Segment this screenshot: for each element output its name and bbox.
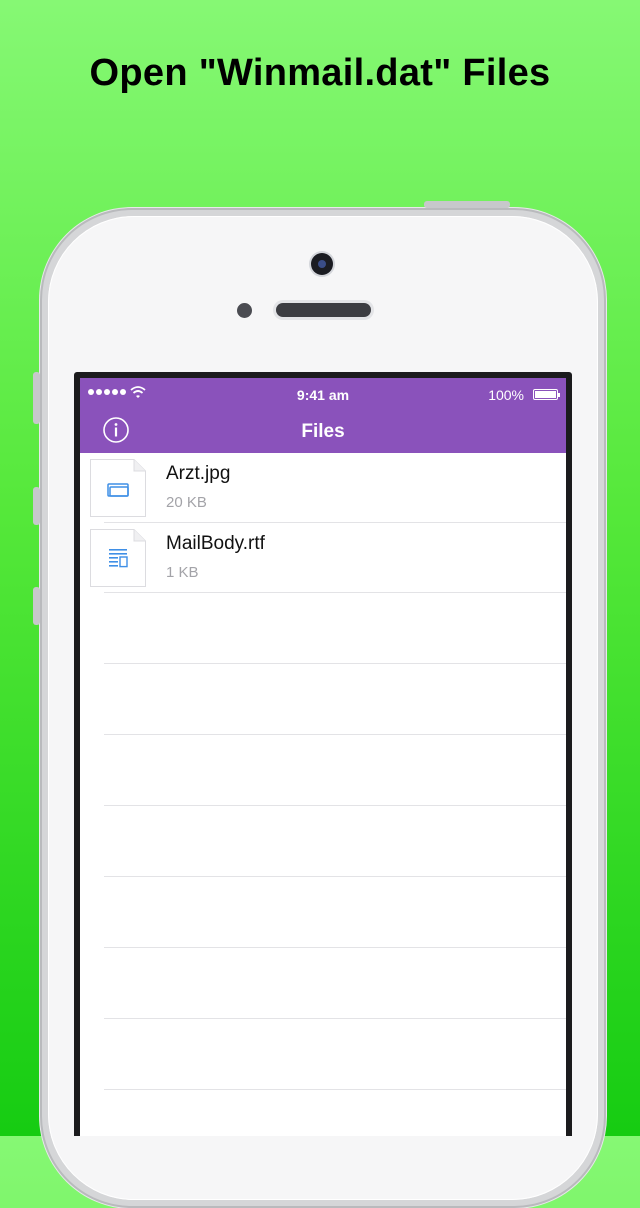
empty-row: [104, 1090, 566, 1136]
front-camera: [311, 253, 333, 275]
document-file-icon: [90, 529, 146, 587]
file-row-arzt[interactable]: Arzt.jpg 20 KB: [80, 453, 566, 523]
page-title: Files: [301, 421, 345, 442]
empty-row: [104, 806, 566, 877]
empty-row: [104, 664, 566, 735]
proximity-sensor: [237, 303, 252, 318]
phone-screen: 9:41 am 100% Files Arzt.jpg 20 KB MailBo…: [74, 372, 572, 1136]
file-name: Arzt.jpg: [166, 463, 231, 484]
file-size: 20 KB: [166, 494, 207, 511]
empty-row: [104, 948, 566, 1019]
earpiece-speaker: [276, 303, 371, 317]
battery-icon: [533, 389, 560, 400]
volume-down-button: [33, 587, 40, 625]
promo-headline: Open "Winmail.dat" Files: [89, 52, 551, 94]
image-file-icon: [90, 459, 146, 517]
empty-row: [104, 593, 566, 664]
file-row-mailbody[interactable]: MailBody.rtf 1 KB: [80, 523, 566, 593]
empty-row: [104, 735, 566, 806]
empty-row: [104, 1019, 566, 1090]
file-size: 1 KB: [166, 564, 199, 581]
power-button: [424, 201, 510, 208]
battery-percentage: 100%: [488, 387, 524, 403]
navigation-bar: Files: [80, 412, 566, 453]
volume-up-button: [33, 487, 40, 525]
empty-row: [104, 877, 566, 948]
status-bar: 9:41 am 100%: [80, 378, 566, 412]
app-display: 9:41 am 100% Files Arzt.jpg 20 KB MailBo…: [80, 378, 566, 1136]
file-name: MailBody.rtf: [166, 533, 265, 554]
file-list: Arzt.jpg 20 KB MailBody.rtf 1 KB: [80, 453, 566, 1136]
mute-switch: [33, 372, 40, 424]
